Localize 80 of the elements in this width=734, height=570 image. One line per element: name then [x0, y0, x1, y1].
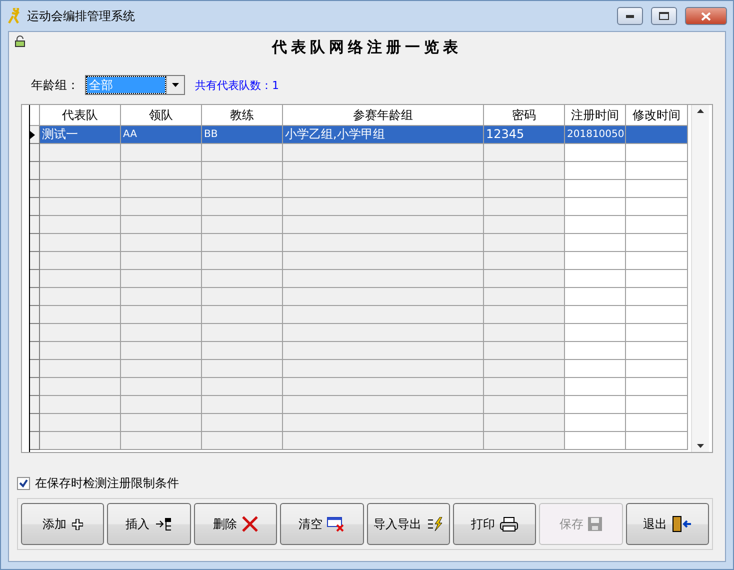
team-count-text: 共有代表队数：1	[195, 78, 279, 92]
column-header[interactable]: 密码	[484, 105, 565, 126]
plus-icon	[72, 518, 83, 530]
table-cell	[565, 162, 626, 180]
table-cell	[565, 198, 626, 216]
column-header[interactable]: 参赛年龄组	[283, 105, 484, 126]
clear-button[interactable]: 清空	[280, 503, 364, 545]
lightning-icon	[426, 517, 443, 531]
delete-button[interactable]: 删除	[194, 503, 278, 545]
table-cell	[565, 144, 626, 162]
check-on-save-label: 在保存时检测注册限制条件	[35, 475, 179, 492]
table-cell	[626, 378, 688, 396]
table-cell	[565, 270, 626, 288]
import-button[interactable]: 导入导出	[366, 503, 450, 545]
table-cell	[565, 360, 626, 378]
window-title: 运动会编排管理系统	[27, 8, 136, 24]
maximize-icon	[659, 12, 669, 20]
table-cell: 测试一	[40, 126, 121, 144]
table-cell: BB	[202, 126, 283, 144]
table-cell	[626, 198, 688, 216]
table-cell	[565, 342, 626, 360]
plus-button[interactable]: 添加	[21, 503, 104, 545]
table-cell	[565, 252, 626, 270]
table-cell	[626, 126, 688, 144]
table-cell	[565, 216, 626, 234]
printer-icon	[500, 516, 518, 532]
table-cell	[626, 360, 688, 378]
table-cell	[626, 216, 688, 234]
age-group-label: 年龄组：	[31, 76, 79, 94]
table-cell	[626, 306, 688, 324]
table-cell	[626, 342, 688, 360]
table-cell	[565, 378, 626, 396]
table-cell	[565, 306, 626, 324]
scroll-down-icon[interactable]	[697, 444, 704, 448]
insert-row-icon	[154, 517, 173, 531]
door-exit-icon	[672, 516, 692, 532]
scroll-up-icon[interactable]	[697, 109, 704, 113]
table-cell	[626, 144, 688, 162]
close-button[interactable]	[685, 7, 727, 25]
table-cell	[626, 180, 688, 198]
dropdown-arrow-icon	[172, 83, 179, 87]
table-cell	[626, 288, 688, 306]
column-header[interactable]: 代表队	[40, 105, 121, 126]
minimize-button[interactable]	[617, 7, 643, 25]
table-cell	[626, 432, 688, 450]
close-icon	[701, 12, 711, 20]
vertical-scrollbar[interactable]	[691, 105, 709, 452]
page-heading: 代表队网络注册一览表	[270, 38, 463, 58]
column-header[interactable]: 教练	[202, 105, 283, 126]
table-cell	[626, 324, 688, 342]
table-cell: 12345	[484, 126, 565, 144]
check-on-save-checkbox[interactable]	[17, 477, 30, 490]
table-cell	[626, 234, 688, 252]
table-cell	[565, 288, 626, 306]
table-cell	[565, 432, 626, 450]
lock-icon	[14, 35, 26, 47]
maximize-button[interactable]	[651, 7, 677, 25]
table-cell	[565, 414, 626, 432]
table-cell: 201810050	[565, 126, 626, 144]
insert-button[interactable]: 插入	[107, 503, 191, 545]
table-cell	[626, 252, 688, 270]
table-cell	[626, 270, 688, 288]
exit-button[interactable]: 退出	[626, 503, 709, 545]
minimize-icon	[626, 14, 634, 18]
close-icon	[242, 516, 258, 532]
table-cell: AA	[121, 126, 202, 144]
running-figure-icon	[7, 8, 21, 24]
table-cell	[565, 324, 626, 342]
table-cell	[565, 396, 626, 414]
print-button[interactable]: 打印	[452, 503, 536, 545]
row-header[interactable]	[30, 126, 40, 144]
column-header[interactable]: 领队	[121, 105, 202, 126]
table-cell	[565, 234, 626, 252]
table-cell	[565, 180, 626, 198]
table-cell	[626, 414, 688, 432]
table-cell	[626, 396, 688, 414]
table-cell: 小学乙组,小学甲组	[283, 126, 484, 144]
column-header[interactable]: 注册时间	[565, 105, 626, 126]
table-cell	[626, 162, 688, 180]
column-header[interactable]: 修改时间	[626, 105, 688, 126]
